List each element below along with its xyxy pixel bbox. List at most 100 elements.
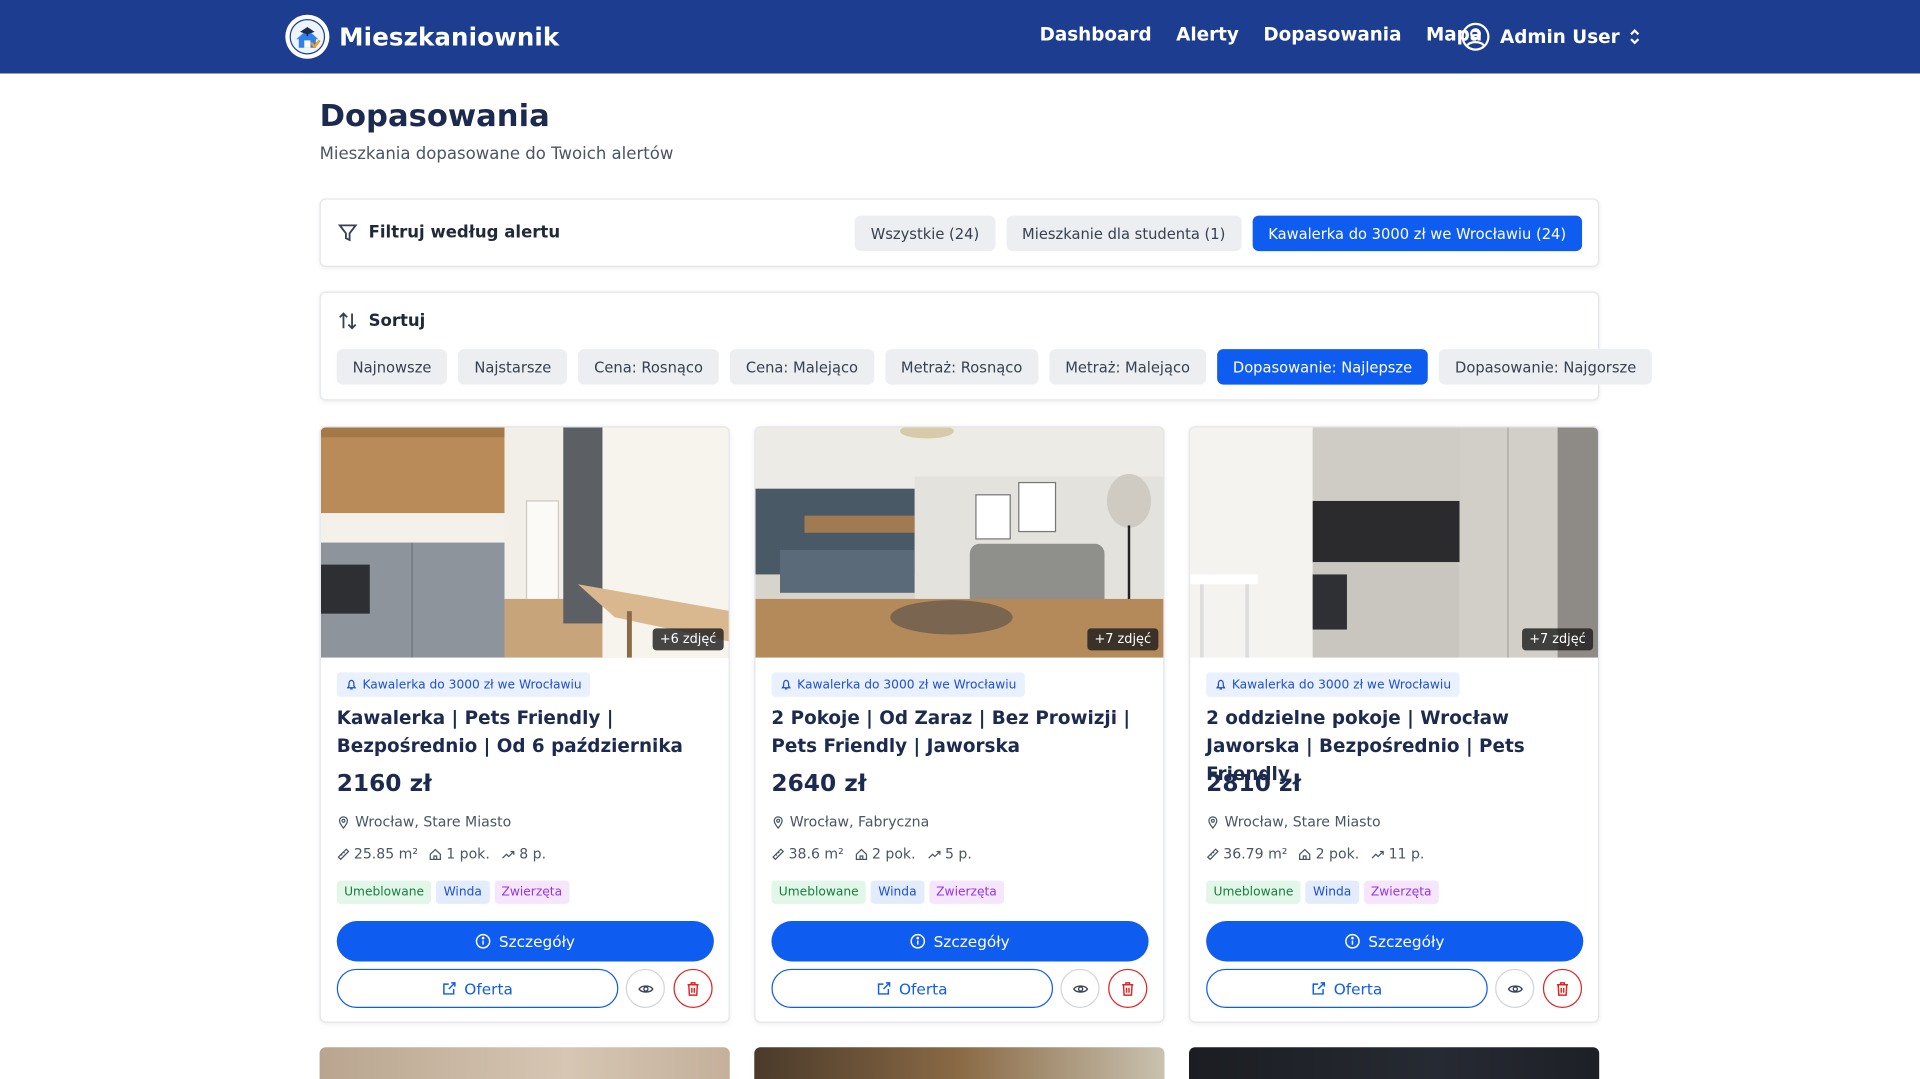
filter-panel: Filtruj według alertu Wszystkie (24) Mie… — [319, 198, 1600, 268]
spec-floor-text: 11 p. — [1388, 845, 1425, 863]
delete-button[interactable] — [1108, 968, 1148, 1009]
home-icon — [430, 848, 442, 860]
offer-button[interactable]: Oferta — [336, 968, 619, 1009]
details-button[interactable]: Szczegóły — [771, 921, 1149, 962]
listing-photo[interactable]: +7 zdjęć — [755, 427, 1164, 658]
offer-button[interactable]: Oferta — [771, 968, 1054, 1009]
brand[interactable]: Mieszkaniownik — [285, 14, 560, 59]
listing-specs: 38.6 m² 2 pok. 5 p. — [771, 845, 982, 862]
delete-button[interactable] — [673, 968, 713, 1009]
listing-specs: 36.79 m² 2 pok. 11 p. — [1206, 845, 1435, 862]
sort-chip-price-asc[interactable]: Cena: Rosnąco — [578, 349, 719, 385]
app-name: Mieszkaniownik — [339, 22, 560, 52]
spec-area-text: 36.79 m² — [1223, 845, 1288, 863]
sort-chip-newest[interactable]: Najnowsze — [336, 349, 448, 385]
sort-panel: Sortuj Najnowsze Najstarsze Cena: Rosnąc… — [319, 291, 1653, 401]
sort-chip-area-desc[interactable]: Metraż: Malejąco — [1049, 349, 1206, 385]
sort-chip-oldest[interactable]: Najstarsze — [458, 349, 568, 385]
listing-card-partial[interactable] — [1188, 1047, 1600, 1079]
spec-area-text: 38.6 m² — [788, 845, 844, 863]
eye-icon — [1507, 984, 1523, 993]
spec-rooms: 2 pok. — [1298, 845, 1359, 862]
listing-price: 2810 zł — [1206, 770, 1302, 798]
sort-chip-price-desc[interactable]: Cena: Malejąco — [729, 349, 874, 385]
alert-badge: Kawalerka do 3000 zł we Wrocławiu — [771, 672, 1025, 697]
sort-label: Sortuj — [368, 311, 426, 331]
spec-floor-text: 5 p. — [944, 845, 972, 863]
spec-floor-text: 8 p. — [519, 845, 547, 863]
sort-chip-match-worst[interactable]: Dopasowanie: Najgorsze — [1439, 349, 1653, 385]
map-pin-icon — [1208, 815, 1218, 829]
trash-icon — [1556, 981, 1568, 996]
offer-button-label: Oferta — [1333, 979, 1383, 998]
listing-tags: Umeblowane Winda Zwierzęta — [336, 880, 575, 904]
delete-button[interactable] — [1542, 968, 1583, 1009]
spec-rooms-text: 1 pok. — [446, 845, 490, 863]
info-icon — [476, 933, 491, 949]
listing-tags: Umeblowane Winda Zwierzęta — [1206, 880, 1444, 904]
spec-area: 36.79 m² — [1206, 845, 1287, 862]
listing-card-partial[interactable] — [319, 1047, 730, 1079]
ruler-icon — [337, 847, 350, 860]
spec-rooms-text: 2 pok. — [871, 845, 916, 863]
map-pin-icon — [338, 815, 349, 829]
home-icon — [855, 848, 868, 860]
photo-count-badge: +6 zdjęć — [652, 628, 724, 651]
listing-card-partial[interactable] — [754, 1047, 1165, 1079]
sort-chips: Najnowsze Najstarsze Cena: Rosnąco Cena:… — [336, 349, 1663, 385]
tag-elevator: Winda — [870, 880, 924, 904]
spec-area: 25.85 m² — [337, 845, 418, 862]
spec-area-text: 25.85 m² — [353, 845, 419, 863]
filter-icon — [337, 224, 358, 242]
user-avatar-icon — [1461, 22, 1490, 51]
listing-photo[interactable]: +7 zdjęć — [1190, 427, 1598, 658]
filter-chips: Wszystkie (24) Mieszkanie dla studenta (… — [844, 215, 1583, 252]
mark-viewed-button[interactable] — [1060, 968, 1100, 1009]
listing-photo[interactable]: +6 zdjęć — [320, 427, 729, 658]
offer-button-label: Oferta — [464, 979, 513, 998]
nav-link-dashboard[interactable]: Dashboard — [1040, 23, 1152, 45]
alert-badge: Kawalerka do 3000 zł we Wrocławiu — [1206, 672, 1460, 697]
offer-button[interactable]: Oferta — [1206, 968, 1488, 1009]
alert-badge-label: Kawalerka do 3000 zł we Wrocławiu — [362, 677, 582, 692]
details-button[interactable]: Szczegóły — [1206, 921, 1584, 962]
spec-area: 38.6 m² — [771, 845, 844, 863]
details-button[interactable]: Szczegóły — [336, 921, 714, 962]
external-link-icon — [1312, 982, 1326, 995]
page-title: Dopasowania — [319, 97, 550, 134]
alert-badge-label: Kawalerka do 3000 zł we Wrocławiu — [797, 677, 1017, 692]
listing-title[interactable]: Kawalerka | Pets Friendly | Bezpośrednio… — [337, 704, 717, 760]
spec-rooms: 2 pok. — [855, 845, 916, 862]
trending-up-icon — [927, 850, 941, 859]
tag-pets: Zwierzęta — [928, 880, 1005, 904]
filter-chip-kawalerka[interactable]: Kawalerka do 3000 zł we Wrocławiu (24) — [1252, 215, 1583, 252]
filter-chip-all[interactable]: Wszystkie (24) — [854, 215, 996, 252]
listing-location: Wrocław, Stare Miasto — [1206, 813, 1381, 831]
mark-viewed-button[interactable] — [1495, 968, 1535, 1009]
trending-up-icon — [1371, 850, 1384, 859]
info-icon — [910, 933, 926, 949]
listing-title[interactable]: 2 Pokoje | Od Zaraz | Bez Prowizji | Pet… — [771, 704, 1151, 760]
spec-floor: 8 p. — [501, 845, 546, 862]
tag-furnished: Umeblowane — [336, 880, 432, 904]
tag-furnished: Umeblowane — [1206, 880, 1301, 904]
listing-location-text: Wrocław, Stare Miasto — [1224, 813, 1381, 831]
listing-price: 2160 zł — [336, 770, 432, 798]
details-button-label: Szczegóły — [1368, 932, 1445, 951]
sort-chip-match-best[interactable]: Dopasowanie: Najlepsze — [1216, 349, 1429, 385]
user-menu[interactable]: Admin User — [1461, 22, 1642, 51]
external-link-icon — [443, 982, 456, 995]
nav-link-dopasowania[interactable]: Dopasowania — [1263, 23, 1401, 45]
sort-chip-area-asc[interactable]: Metraż: Rosnąco — [884, 349, 1039, 385]
listing-price: 2640 zł — [771, 770, 867, 798]
info-icon — [1345, 933, 1361, 949]
filter-chip-student[interactable]: Mieszkanie dla studenta (1) — [1006, 215, 1242, 252]
page-subtitle: Mieszkania dopasowane do Twoich alertów — [319, 144, 674, 165]
filter-header: Filtruj według alertu — [337, 223, 560, 243]
offer-button-label: Oferta — [898, 979, 948, 998]
nav-link-alerty[interactable]: Alerty — [1176, 23, 1239, 45]
mark-viewed-button[interactable] — [625, 968, 665, 1009]
ruler-icon — [1206, 847, 1219, 860]
chevron-up-down-icon — [1629, 29, 1639, 45]
tag-elevator: Winda — [1305, 880, 1359, 904]
